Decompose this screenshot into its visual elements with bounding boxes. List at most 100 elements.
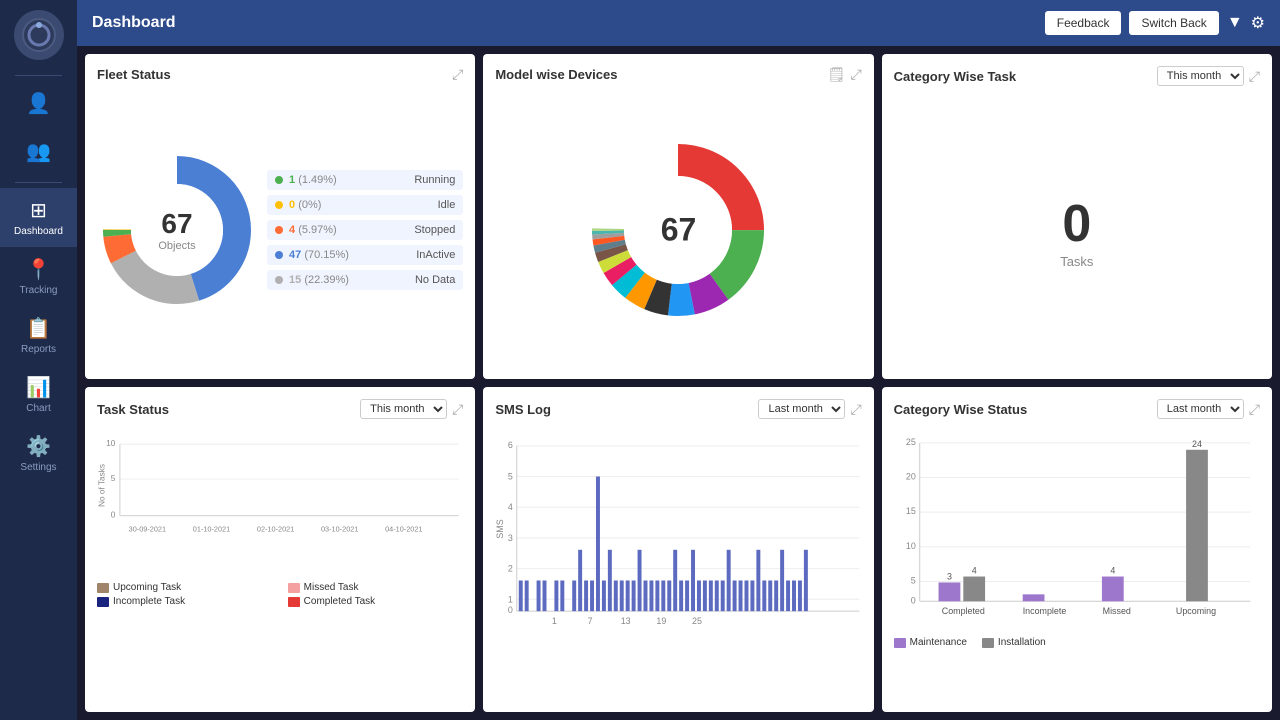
model-wise-header: Model wise Devices 🗒 ⤢ — [495, 66, 861, 83]
filter-icon[interactable]: ▼ — [1227, 14, 1243, 32]
fleet-donut-center: 67 Objects — [158, 208, 195, 252]
model-wise-controls: 🗒 ⤢ — [828, 66, 862, 83]
svg-text:30-09-2021: 30-09-2021 — [129, 524, 166, 533]
task-label: Tasks — [1060, 254, 1093, 269]
svg-text:SMS: SMS — [495, 519, 505, 538]
svg-text:4: 4 — [971, 566, 976, 576]
topbar-actions: Feedback Switch Back ▼ ⚙ — [1045, 11, 1265, 35]
svg-text:3: 3 — [947, 571, 952, 581]
svg-text:02-10-2021: 02-10-2021 — [257, 524, 294, 533]
idle-dot — [275, 201, 283, 209]
model-expand-icon[interactable]: ⤢ — [850, 66, 861, 83]
sidebar-item-dashboard[interactable]: ⊞ Dashboard — [0, 188, 77, 247]
app-logo — [14, 10, 64, 60]
svg-text:24: 24 — [1192, 439, 1202, 449]
dashboard-grid: Fleet Status ⤢ 67 — [77, 46, 1280, 720]
svg-text:No of Tasks: No of Tasks — [97, 464, 106, 507]
sidebar-item-reports[interactable]: 📋 Reports — [0, 306, 77, 365]
svg-text:20: 20 — [906, 471, 916, 481]
svg-text:19: 19 — [657, 616, 667, 626]
fleet-legend-running: 1 (1.49%) Running — [267, 170, 463, 190]
category-wise-status-filter[interactable]: Last month This month — [1157, 399, 1244, 419]
upcoming-task-label: Upcoming Task — [113, 582, 181, 593]
topbar: Dashboard Feedback Switch Back ▼ ⚙ — [77, 0, 1280, 46]
switch-back-button[interactable]: Switch Back — [1129, 11, 1218, 35]
sidebar-item-tracking[interactable]: 📍 Tracking — [0, 247, 77, 306]
fleet-legend: 1 (1.49%) Running 0 (0%) Idle 4 (5.97%) … — [267, 170, 463, 290]
maintenance-legend: Maintenance — [894, 637, 967, 648]
svg-text:25: 25 — [692, 616, 702, 626]
completed-task-label: Completed Task — [304, 596, 376, 607]
sidebar-item-chart[interactable]: 📊 Chart — [0, 365, 77, 424]
nodata-count: 15 (22.39%) — [289, 274, 349, 286]
completed-task-legend: Completed Task — [288, 596, 464, 607]
fleet-legend-stopped: 4 (5.97%) Stopped — [267, 220, 463, 240]
installation-legend: Installation — [982, 637, 1046, 648]
fleet-status-header: Fleet Status ⤢ — [97, 66, 463, 83]
fleet-total-label: Objects — [158, 240, 195, 252]
svg-text:0: 0 — [111, 511, 116, 520]
sidebar-item-user[interactable]: 👤 — [0, 81, 77, 129]
task-status-controls: This month Last month ⤢ — [360, 399, 463, 419]
category-wise-status-chart-area: 25 20 15 10 5 0 — [894, 429, 1260, 700]
nodata-label: No Data — [415, 274, 455, 286]
model-wise-center: 67 — [661, 212, 697, 249]
model-wise-count: 67 — [661, 212, 697, 249]
fleet-expand-icon[interactable]: ⤢ — [452, 66, 463, 83]
fleet-legend-inactive: 47 (70.15%) InActive — [267, 245, 463, 265]
sms-log-chart-area: 6 5 4 3 2 1 0 — [495, 429, 861, 700]
task-status-expand-icon[interactable]: ⤢ — [452, 401, 463, 418]
sms-log-expand-icon[interactable]: ⤢ — [850, 401, 861, 418]
installation-label: Installation — [998, 637, 1046, 648]
sms-log-card: SMS Log Last month This month ⤢ 6 5 4 3 … — [483, 387, 873, 712]
maintenance-box — [894, 638, 906, 648]
svg-text:Incomplete: Incomplete — [1022, 606, 1066, 616]
svg-text:13: 13 — [621, 616, 631, 626]
feedback-button[interactable]: Feedback — [1045, 11, 1122, 35]
category-wise-task-card: Category Wise Task This month Last month… — [882, 54, 1272, 379]
svg-text:01-10-2021: 01-10-2021 — [193, 524, 230, 533]
svg-text:03-10-2021: 03-10-2021 — [321, 524, 358, 533]
fleet-total-count: 67 — [158, 208, 195, 240]
gear-icon[interactable]: ⚙ — [1251, 13, 1265, 33]
svg-text:2: 2 — [508, 564, 513, 574]
sms-log-controls: Last month This month ⤢ — [758, 399, 861, 419]
page-title: Dashboard — [92, 14, 176, 32]
sms-log-title: SMS Log — [495, 402, 551, 417]
svg-text:Upcoming: Upcoming — [1176, 606, 1216, 616]
sidebar-item-dashboard-label: Dashboard — [14, 226, 63, 237]
svg-text:10: 10 — [106, 439, 116, 448]
incomplete-task-legend: Incomplete Task — [97, 596, 273, 607]
model-download-icon[interactable]: 🗒 — [828, 66, 846, 83]
idle-label: Idle — [438, 199, 456, 211]
svg-text:0: 0 — [910, 595, 915, 605]
fleet-legend-idle: 0 (0%) Idle — [267, 195, 463, 215]
svg-text:04-10-2021: 04-10-2021 — [385, 524, 422, 533]
category-wise-status-chart: 25 20 15 10 5 0 — [894, 429, 1260, 629]
inactive-count: 47 (70.15%) — [289, 249, 349, 261]
sidebar-item-group[interactable]: 👥 — [0, 129, 77, 177]
category-status-expand-icon[interactable]: ⤢ — [1249, 401, 1260, 418]
svg-text:6: 6 — [508, 440, 513, 450]
sms-log-header: SMS Log Last month This month ⤢ — [495, 399, 861, 419]
category-wise-status-card: Category Wise Status Last month This mon… — [882, 387, 1272, 712]
sidebar-item-settings[interactable]: ⚙️ Settings — [0, 424, 77, 483]
task-status-filter[interactable]: This month Last month — [360, 399, 447, 419]
missed-task-box — [288, 583, 300, 593]
upcoming-task-box — [97, 583, 109, 593]
svg-text:Missed: Missed — [1102, 606, 1130, 616]
chart-icon: 📊 — [26, 375, 51, 400]
category-wise-task-controls: This month Last month ⤢ — [1157, 66, 1260, 86]
stopped-count: 4 (5.97%) — [289, 224, 337, 236]
category-wise-status-title: Category Wise Status — [894, 402, 1028, 417]
svg-text:5: 5 — [508, 471, 513, 481]
task-big-number: 0 — [1062, 194, 1091, 254]
main-content: Dashboard Feedback Switch Back ▼ ⚙ Fleet… — [77, 0, 1280, 720]
category-wise-task-filter[interactable]: This month Last month — [1157, 66, 1244, 86]
running-dot — [275, 176, 283, 184]
svg-text:10: 10 — [906, 541, 916, 551]
category-task-expand-icon[interactable]: ⤢ — [1249, 68, 1260, 85]
sms-log-filter[interactable]: Last month This month — [758, 399, 845, 419]
task-status-chart-area: 10 5 0 30-09-2021 01-10-2021 02-10-2021 … — [97, 429, 463, 700]
task-status-header: Task Status This month Last month ⤢ — [97, 399, 463, 419]
